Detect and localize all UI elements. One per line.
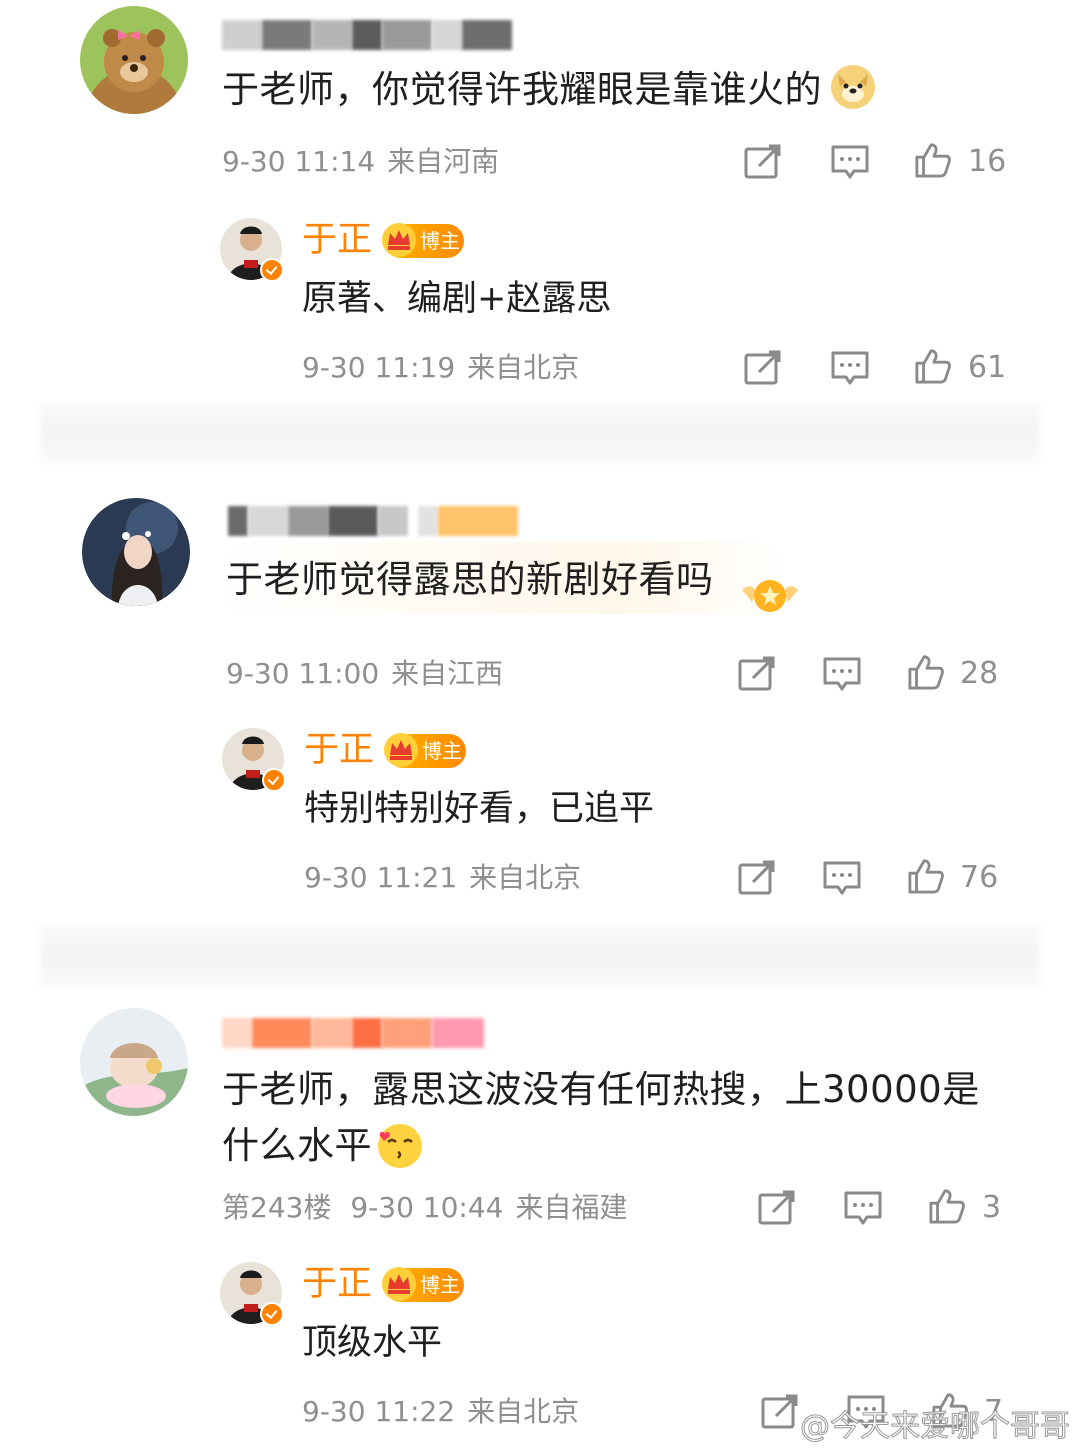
like-count: 16 [968,144,1007,179]
comment-2: 于老师觉得露思的新剧好看吗 9-30 11:00 来自江西 28 于正 博主 特… [0,490,1080,910]
repost-icon[interactable] [737,656,777,692]
comment-icon[interactable] [830,350,870,386]
verified-icon [260,258,284,282]
crown-icon [382,1267,416,1301]
comment-text-line-1: 于老师，露思这波没有任何热搜，上30000是 [222,1068,980,1111]
comment-3: 于老师，露思这波没有任何热搜，上30000是 什么水平 第243楼 9-30 1… [0,1000,1080,1451]
comment-date: 9-30 11:14 [222,145,376,178]
repost-icon[interactable] [743,350,783,386]
repost-icon[interactable] [760,1394,800,1430]
reply-text: 原著、编剧+赵露思 [302,279,612,319]
comment-icon[interactable] [830,144,870,180]
avatar[interactable] [80,1008,188,1116]
floor-number: 第243楼 [222,1191,332,1224]
like-icon[interactable] [913,142,953,178]
repost-icon[interactable] [743,144,783,180]
star-badge-icon [742,580,798,612]
like-icon[interactable] [906,858,946,894]
repost-icon[interactable] [737,860,777,896]
blogger-badge: 博主 [384,733,466,768]
kiss-emoji-icon [378,1124,422,1168]
reply-meta: 9-30 11:22 来自北京 [302,1394,579,1430]
comment-text: 于老师觉得露思的新剧好看吗 [226,558,714,601]
reply-username[interactable]: 于正 [302,1262,372,1306]
like-count: 61 [968,350,1007,385]
comment-location: 来自江西 [391,657,504,690]
like-count: 76 [960,860,999,895]
blogger-badge: 博主 [382,1267,464,1302]
divider [40,404,1040,464]
comment-text: 于老师，你觉得许我耀眼是靠谁火的 [222,68,822,111]
reply-date: 9-30 11:19 [302,351,456,384]
avatar[interactable] [82,498,190,606]
reply-location: 来自北京 [467,351,580,384]
avatar[interactable] [80,6,188,114]
like-icon[interactable] [906,654,946,690]
crown-icon [382,223,416,257]
comment-location: 来自河南 [387,145,500,178]
reply-meta: 9-30 11:19 来自北京 [302,350,579,386]
reply-location: 来自北京 [467,1395,580,1428]
comment-location: 来自福建 [515,1191,628,1224]
comment-icon[interactable] [822,860,862,896]
like-count: 3 [982,1190,1002,1225]
comment-meta: 9-30 11:14 来自河南 [222,144,499,180]
reply-username[interactable]: 于正 [304,728,374,772]
repost-icon[interactable] [757,1190,797,1226]
reply-location: 来自北京 [469,861,582,894]
comment-icon[interactable] [822,656,862,692]
reply-text: 顶级水平 [302,1323,443,1363]
comment-text-line-2: 什么水平 [222,1124,372,1167]
reply-date: 9-30 11:22 [302,1395,456,1428]
comment-date: 9-30 10:44 [350,1191,504,1224]
reply-date: 9-30 11:21 [304,861,458,894]
like-icon[interactable] [913,348,953,384]
like-icon[interactable] [927,1188,967,1224]
reply-username[interactable]: 于正 [302,218,372,262]
doge-emoji-icon [831,65,875,109]
comment-meta: 9-30 11:00 来自江西 [226,656,503,692]
verified-icon [262,768,286,792]
divider [40,926,1040,986]
verified-icon [260,1302,284,1326]
like-count: 28 [960,656,999,691]
username-blurred[interactable] [222,20,512,50]
comment-date: 9-30 11:00 [226,657,380,690]
comment-meta: 第243楼 9-30 10:44 来自福建 [222,1190,628,1226]
reply-text: 特别特别好看，已追平 [304,789,655,829]
comment-1: 于老师，你觉得许我耀眼是靠谁火的 9-30 11:14 来自河南 16 于正 博… [0,0,1080,400]
reply-meta: 9-30 11:21 来自北京 [304,860,581,896]
comment-icon[interactable] [843,1190,883,1226]
blogger-badge: 博主 [382,223,464,258]
watermark: @今天来爱哪个哥哥 [800,1409,1071,1445]
username-blurred[interactable] [228,506,518,536]
username-blurred[interactable] [222,1018,484,1048]
crown-icon [384,733,418,767]
